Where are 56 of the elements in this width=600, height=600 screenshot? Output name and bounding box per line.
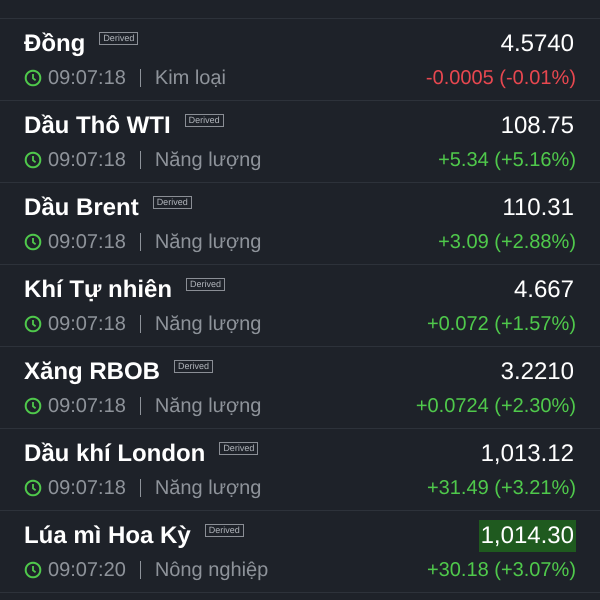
price-value: 110.31 <box>501 192 575 222</box>
derived-tag: Derived <box>99 32 138 45</box>
update-time: 09:07:18 <box>48 66 126 90</box>
price-value: 1,014.30 <box>478 520 576 552</box>
category-label: Năng lượng <box>154 230 262 254</box>
category-label: Kim loại <box>154 66 226 90</box>
clock-icon <box>24 560 42 578</box>
price-value: 108.75 <box>500 110 575 140</box>
instrument-name: Lúa mì Hoa Kỳ <box>24 520 191 550</box>
derived-tag: Derived <box>174 360 214 373</box>
price-change: +3.09 (+2.88%) <box>438 230 576 254</box>
category-label: Nông nghiệp <box>154 558 268 582</box>
category-label: Năng lượng <box>154 148 262 172</box>
price-change: +5.34 (+5.16%) <box>438 148 576 172</box>
price-value: 4.667 <box>512 274 575 304</box>
clock-icon <box>24 150 42 168</box>
quote-row[interactable]: Dầu Thô WTI Derived 09:07:18 Năng lượng 108.75 +5.34 (+5.16%) <box>0 101 600 183</box>
instrument-name: Đồng <box>24 28 86 58</box>
instrument-name: Dầu Thô WTI <box>24 110 171 140</box>
update-time: 09:07:18 <box>48 476 126 500</box>
price-change: +0.0724 (+2.30%) <box>416 394 576 418</box>
instrument-name: Dầu khí London <box>24 438 206 468</box>
instrument-name: Dầu Brent <box>24 192 139 222</box>
instrument-name: Khí Tự nhiên <box>24 274 172 304</box>
derived-tag: Derived <box>152 196 192 209</box>
category-label: Năng lượng <box>154 394 262 418</box>
clock-icon <box>24 314 42 332</box>
instrument-name: Xăng RBOB <box>24 356 160 386</box>
price-change: +30.18 (+3.07%) <box>427 558 576 582</box>
price-change: +31.49 (+3.21%) <box>427 476 576 500</box>
clock-icon <box>24 478 42 496</box>
derived-tag: Derived <box>184 114 224 127</box>
derived-tag: Derived <box>186 278 226 291</box>
update-time: 09:07:20 <box>48 558 126 582</box>
quote-row[interactable]: Xăng RBOB Derived 09:07:18 Năng lượng 3.2210 +0.0724 (+2.30%) <box>0 347 600 429</box>
update-time: 09:07:18 <box>48 312 126 336</box>
quote-row[interactable]: Lúa mì Hoa Kỳ Derived 09:07:20 Nông nghiệp 1,014.30 +30.18 (+3.07%) <box>0 511 600 593</box>
update-time: 09:07:18 <box>48 148 126 172</box>
clock-icon <box>24 396 42 414</box>
update-time: 09:07:18 <box>48 230 126 254</box>
clock-icon <box>24 68 42 86</box>
price-change: -0.0005 (-0.01%) <box>426 66 576 90</box>
price-value: 3.2210 <box>500 356 575 386</box>
derived-tag: Derived <box>219 442 258 455</box>
clock-icon <box>24 232 42 250</box>
quote-row[interactable]: Khí Tự nhiên Derived 09:07:18 Năng lượng 4.667 +0.072 (+1.57%) <box>0 265 600 347</box>
price-value: 4.5740 <box>500 28 575 58</box>
category-label: Năng lượng <box>154 312 262 336</box>
quote-row[interactable]: Dầu Brent Derived 09:07:18 Năng lượng 110.31 +3.09 (+2.88%) <box>0 183 600 265</box>
quote-row[interactable]: Dầu khí London Derived 09:07:18 Năng lượng 1,013.12 +31.49 (+3.21%) <box>0 429 600 511</box>
price-change: +0.072 (+1.57%) <box>427 312 576 336</box>
price-value: 1,013.12 <box>480 438 575 468</box>
quote-row[interactable]: Đồng Derived 09:07:18 Kim loại 4.5740 -0.0005 (-0.01%) <box>0 19 600 101</box>
update-time: 09:07:18 <box>48 394 126 418</box>
derived-tag: Derived <box>204 524 244 537</box>
category-label: Năng lượng <box>154 476 262 500</box>
